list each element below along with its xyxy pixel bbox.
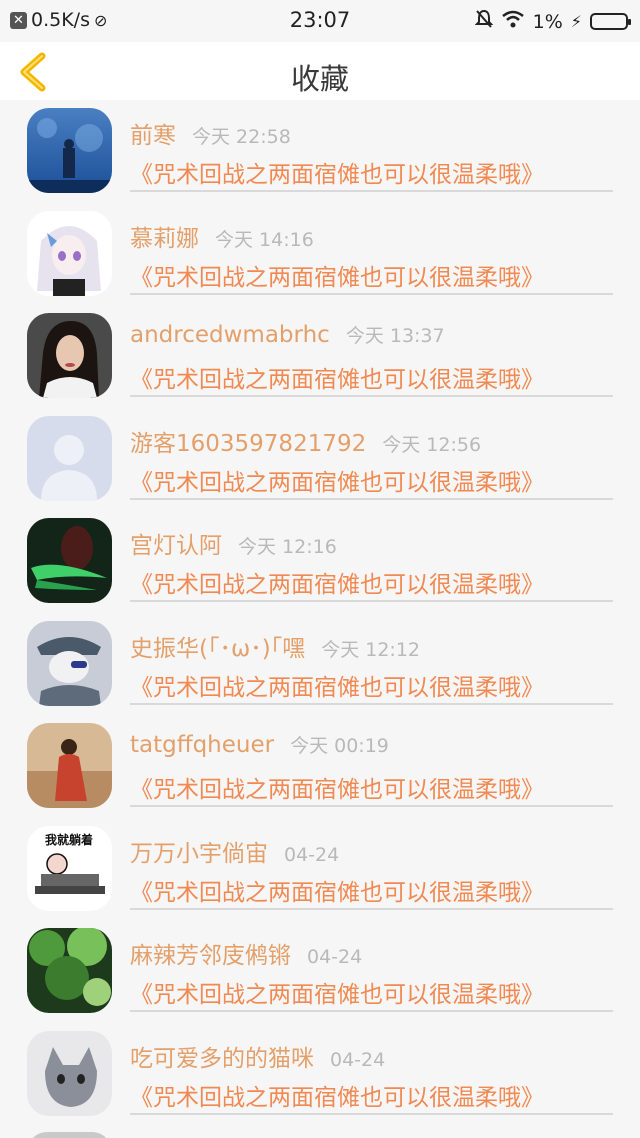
mute-bell-icon <box>474 9 494 34</box>
avatar[interactable] <box>27 210 112 296</box>
avatar-anime-cap <box>27 620 112 706</box>
battery-percent: 1% <box>532 10 563 33</box>
item-header: andrcedwmabrhc 今天 13:37 <box>130 321 445 348</box>
timestamp: 今天 13:37 <box>345 325 445 347</box>
status-right: 1% ⚡ <box>474 9 631 34</box>
item-header: 游客1603597821792 今天 12:56 <box>130 424 481 458</box>
timestamp: 今天 12:16 <box>238 536 337 558</box>
book-title[interactable]: 《咒术回战之两面宿傩也可以很温柔哦》 <box>130 360 544 394</box>
book-title[interactable]: 《咒术回战之两面宿傩也可以很温柔哦》 <box>130 873 544 907</box>
timestamp: 04-24 <box>284 843 340 866</box>
avatar-forest <box>27 928 112 1013</box>
timestamp: 今天 14:16 <box>215 228 314 251</box>
username[interactable]: 麻辣芳邻庋鸺锵 <box>130 936 291 970</box>
avatar-partial[interactable] <box>27 1132 112 1138</box>
list-item[interactable]: 宫灯认阿 今天 12:16 《咒术回战之两面宿傩也可以很温柔哦》 <box>0 510 640 613</box>
username[interactable]: 宫灯认阿 <box>130 526 222 560</box>
book-title[interactable]: 《咒术回战之两面宿傩也可以很温柔哦》 <box>130 1078 544 1112</box>
avatar[interactable] <box>27 415 112 501</box>
app-root: ✕ 0.5K/s ⊘ 23:07 1% ⚡ 收藏 前寒 今天 22:58 《咒术… <box>0 0 640 1138</box>
username[interactable]: 游客1603597821792 <box>130 424 366 458</box>
book-title[interactable]: 《咒术回战之两面宿傩也可以很温柔哦》 <box>130 155 544 189</box>
wifi-icon <box>501 10 525 33</box>
battery-icon <box>590 13 631 30</box>
divider <box>130 1112 613 1115</box>
item-header: 麻辣芳邻庋鸺锵 04-24 <box>130 936 362 970</box>
avatar-woman-portrait <box>27 313 112 398</box>
timestamp: 04-24 <box>330 1048 386 1071</box>
avatar-default-user <box>27 415 112 501</box>
item-header: 宫灯认阿 今天 12:16 <box>130 526 337 560</box>
book-title[interactable]: 《咒术回战之两面宿傩也可以很温柔哦》 <box>130 975 544 1009</box>
item-header: 慕莉娜 今天 14:16 <box>130 219 314 253</box>
avatar-green-warrior <box>27 518 112 603</box>
charging-icon: ⚡ <box>570 12 582 31</box>
avatar-anime-girl <box>27 210 112 296</box>
username[interactable]: 慕莉娜 <box>130 219 199 253</box>
avatar-desert-woman <box>27 723 112 808</box>
title-bar: 收藏 <box>0 42 640 100</box>
list-item[interactable]: 我就躺着 万万小宇倘宙 04-24 《咒术回战之两面宿傩也可以很温柔哦》 <box>0 818 640 921</box>
item-header: 史振华(｢･ω･)｢嘿 今天 12:12 <box>130 629 420 663</box>
divider <box>130 292 613 295</box>
avatar-caption: 我就躺着 <box>45 832 93 847</box>
timestamp: 今天 12:12 <box>321 638 421 661</box>
list-item[interactable]: andrcedwmabrhc 今天 13:37 《咒术回战之两面宿傩也可以很温柔… <box>0 305 640 408</box>
divider <box>130 907 613 910</box>
avatar[interactable]: 我就躺着 <box>27 825 112 911</box>
book-title[interactable]: 《咒术回战之两面宿傩也可以很温柔哦》 <box>130 668 544 702</box>
username[interactable]: 吃可爱多的的猫咪 <box>130 1039 314 1073</box>
book-title[interactable]: 《咒术回战之两面宿傩也可以很温柔哦》 <box>130 770 544 804</box>
divider <box>130 702 613 705</box>
list-item[interactable]: tatgffqheuer 今天 00:19 《咒术回战之两面宿傩也可以很温柔哦》 <box>0 715 640 818</box>
avatar-grey-cat <box>27 1030 112 1116</box>
timestamp: 今天 00:19 <box>290 735 389 757</box>
avatar[interactable] <box>27 620 112 706</box>
book-title[interactable]: 《咒术回战之两面宿傩也可以很温柔哦》 <box>130 258 544 292</box>
list-item[interactable]: 游客1603597821792 今天 12:56 《咒术回战之两面宿傩也可以很温… <box>0 408 640 511</box>
username[interactable]: 万万小宇倘宙 <box>130 834 268 868</box>
book-title[interactable]: 《咒术回战之两面宿傩也可以很温柔哦》 <box>130 463 544 497</box>
status-bar: ✕ 0.5K/s ⊘ 23:07 1% ⚡ <box>0 0 640 42</box>
divider <box>130 190 613 192</box>
timestamp: 04-24 <box>307 946 363 968</box>
item-header: 吃可爱多的的猫咪 04-24 <box>130 1039 385 1073</box>
avatar-meme-bed: 我就躺着 <box>27 825 112 911</box>
divider <box>130 395 613 397</box>
page-title: 收藏 <box>290 62 349 96</box>
favorites-list: 前寒 今天 22:58 《咒术回战之两面宿傩也可以很温柔哦》 慕莉娜 今天 14… <box>0 100 640 1125</box>
item-header: 前寒 今天 22:58 <box>130 116 291 150</box>
list-item[interactable]: 史振华(｢･ω･)｢嘿 今天 12:12 《咒术回战之两面宿傩也可以很温柔哦》 <box>0 613 640 716</box>
username[interactable]: tatgffqheuer <box>130 732 274 758</box>
book-title[interactable]: 《咒术回战之两面宿傩也可以很温柔哦》 <box>130 565 544 599</box>
list-item[interactable]: 麻辣芳邻庋鸺锵 04-24 《咒术回战之两面宿傩也可以很温柔哦》 <box>0 920 640 1023</box>
item-header: tatgffqheuer 今天 00:19 <box>130 731 389 758</box>
username[interactable]: 前寒 <box>130 116 176 150</box>
divider <box>130 805 613 807</box>
username[interactable]: 史振华(｢･ω･)｢嘿 <box>130 629 305 663</box>
divider <box>130 600 613 602</box>
avatar-blue-figure <box>27 108 112 193</box>
avatar[interactable] <box>27 313 112 398</box>
avatar[interactable] <box>27 1030 112 1116</box>
timestamp: 今天 12:56 <box>382 433 482 456</box>
timestamp: 今天 22:58 <box>192 126 291 148</box>
list-item[interactable]: 吃可爱多的的猫咪 04-24 《咒术回战之两面宿傩也可以很温柔哦》 <box>0 1023 640 1126</box>
avatar[interactable] <box>27 518 112 603</box>
avatar[interactable] <box>27 928 112 1013</box>
divider <box>130 1010 613 1012</box>
list-item[interactable]: 慕莉娜 今天 14:16 《咒术回战之两面宿傩也可以很温柔哦》 <box>0 203 640 306</box>
item-header: 万万小宇倘宙 04-24 <box>130 834 339 868</box>
avatar[interactable] <box>27 723 112 808</box>
list-item[interactable]: 前寒 今天 22:58 《咒术回战之两面宿傩也可以很温柔哦》 <box>0 100 640 203</box>
divider <box>130 497 613 500</box>
username[interactable]: andrcedwmabrhc <box>130 322 330 348</box>
avatar[interactable] <box>27 108 112 193</box>
